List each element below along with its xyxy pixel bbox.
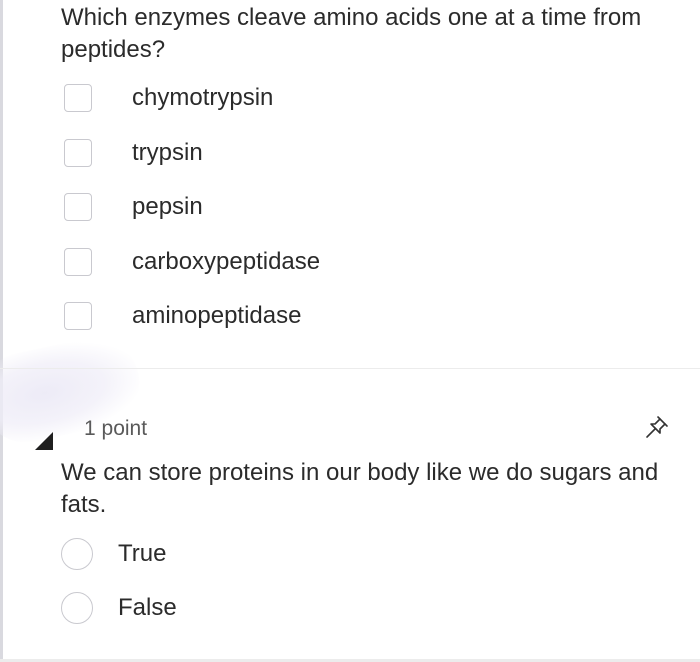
option-label: True	[118, 540, 167, 567]
option-chymotrypsin[interactable]: chymotrypsin	[64, 81, 273, 115]
option-label: carboxypeptidase	[132, 248, 321, 275]
option-aminopeptidase[interactable]: aminopeptidase	[64, 299, 301, 333]
points-label: 1 point	[84, 417, 148, 440]
checkbox[interactable]	[64, 84, 92, 112]
option-label: trypsin	[132, 139, 203, 166]
option-label: chymotrypsin	[132, 84, 274, 111]
option-label: aminopeptidase	[132, 302, 302, 329]
checkbox[interactable]	[64, 139, 92, 167]
option-true[interactable]: True	[61, 537, 166, 571]
corner-marker	[35, 432, 53, 450]
question-divider	[0, 368, 700, 369]
radio-button[interactable]	[61, 592, 93, 624]
pin-icon[interactable]	[644, 414, 670, 440]
option-pepsin[interactable]: pepsin	[64, 190, 203, 224]
left-edge-border	[0, 0, 3, 662]
option-trypsin[interactable]: trypsin	[64, 136, 203, 170]
quiz-page: Which enzymes cleave amino acids one at …	[0, 0, 700, 662]
radio-button[interactable]	[61, 538, 93, 570]
question-1-text: Which enzymes cleave amino acids one at …	[61, 4, 642, 63]
question-2-text: We can store proteins in our body like w…	[61, 459, 659, 518]
checkbox[interactable]	[64, 193, 92, 221]
checkbox[interactable]	[64, 302, 92, 330]
option-false[interactable]: False	[61, 591, 177, 625]
checkbox[interactable]	[64, 248, 92, 276]
option-label: pepsin	[132, 193, 203, 220]
option-carboxypeptidase[interactable]: carboxypeptidase	[64, 245, 320, 279]
option-label: False	[118, 594, 177, 621]
